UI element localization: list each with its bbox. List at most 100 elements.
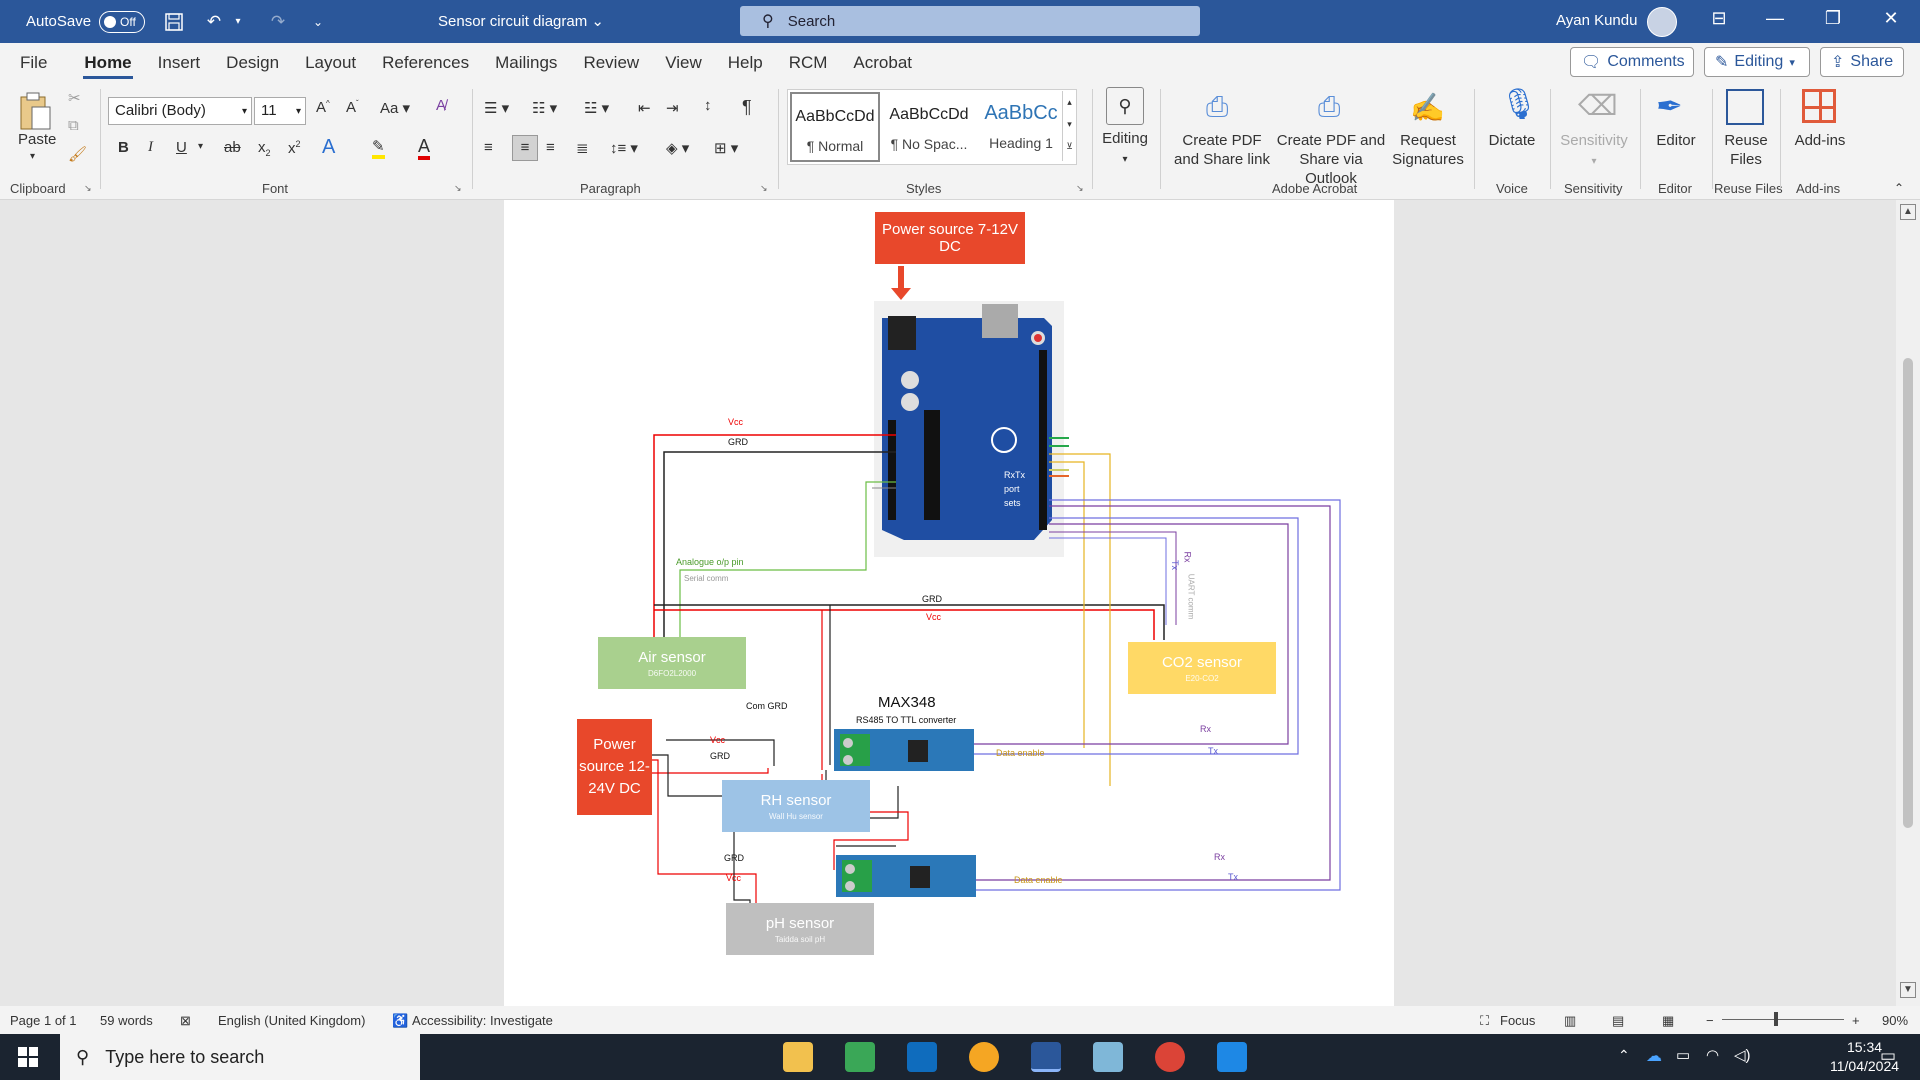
underline-dropdown-icon[interactable]: ▾ — [198, 141, 203, 152]
meet-icon[interactable] — [845, 1042, 875, 1072]
comments-button[interactable]: 🗨 Comments — [1570, 47, 1694, 77]
align-left-icon[interactable]: ≡ — [484, 139, 493, 156]
notifications-icon[interactable]: ▭ — [1880, 1046, 1896, 1066]
autosave-toggle[interactable]: Off — [99, 10, 146, 33]
shrink-font-icon[interactable]: Aˇ — [346, 99, 359, 116]
read-mode-icon[interactable]: ▥ — [1564, 1013, 1576, 1029]
font-size-select[interactable]: 11 ▾ — [254, 97, 306, 125]
word-taskbar-icon[interactable] — [1031, 1042, 1061, 1072]
increase-indent-icon[interactable]: ⇥ — [666, 99, 679, 117]
dictate-button[interactable]: Dictate — [1482, 131, 1542, 150]
zoom-in-icon[interactable]: + — [1852, 1013, 1860, 1028]
focus-button[interactable]: Focus — [1500, 1013, 1535, 1028]
web-layout-icon[interactable]: ▦ — [1662, 1013, 1674, 1029]
tray-chevron-icon[interactable]: ⌃ — [1618, 1047, 1630, 1064]
addins-button[interactable]: Add-ins — [1790, 131, 1850, 150]
language[interactable]: English (United Kingdom) — [218, 1013, 365, 1028]
show-formatting-icon[interactable]: ¶ — [742, 97, 752, 118]
onedrive-icon[interactable]: ☁ — [1646, 1046, 1662, 1066]
editor-button[interactable]: Editor — [1648, 131, 1704, 150]
tab-rcm[interactable]: RCM — [776, 43, 841, 83]
document-page[interactable]: Power source 7-12V DC RxTx port sets Air… — [504, 200, 1394, 1006]
save-icon[interactable] — [163, 11, 185, 33]
line-spacing-icon[interactable]: ↕≡ ▾ — [610, 139, 638, 157]
find-icon[interactable]: ⚲ — [1106, 87, 1144, 125]
zoom-level[interactable]: 90% — [1882, 1013, 1908, 1028]
outlook-icon[interactable] — [907, 1042, 937, 1072]
multilevel-list-icon[interactable]: ☳ ▾ — [584, 99, 609, 117]
copy-icon[interactable]: ⧉ — [68, 117, 79, 134]
collapse-ribbon-icon[interactable]: ⌃ — [1894, 181, 1904, 195]
page-count[interactable]: Page 1 of 1 — [10, 1013, 77, 1028]
create-pdf-outlook-button[interactable]: Create PDF and Share via Outlook — [1272, 131, 1390, 188]
search-box[interactable]: ⚲ Search — [740, 6, 1200, 36]
italic-icon[interactable]: I — [148, 139, 153, 156]
tab-help[interactable]: Help — [715, 43, 776, 83]
user-name[interactable]: Ayan Kundu — [1556, 12, 1637, 29]
style-normal[interactable]: AaBbCcDd ¶ Normal — [790, 92, 880, 162]
highlight-icon[interactable]: ✎ — [372, 137, 385, 159]
proofing-icon[interactable]: ⊠ — [180, 1013, 191, 1029]
numbering-icon[interactable]: ☷ ▾ — [532, 99, 557, 117]
vertical-scrollbar[interactable]: ▲ ▼ — [1896, 200, 1920, 1006]
tab-layout[interactable]: Layout — [292, 43, 369, 83]
reuse-files-button[interactable]: Reuse Files — [1718, 131, 1774, 169]
tab-insert[interactable]: Insert — [145, 43, 214, 83]
subscript-icon[interactable]: x2 — [258, 139, 271, 158]
styles-launcher-icon[interactable]: ↘ — [1076, 183, 1084, 194]
superscript-icon[interactable]: x2 — [288, 139, 301, 157]
underline-icon[interactable]: U — [176, 139, 187, 156]
autosave[interactable]: AutoSave Off — [26, 10, 146, 33]
undo-icon[interactable]: ↶ — [203, 11, 225, 33]
tab-review[interactable]: Review — [570, 43, 652, 83]
font-launcher-icon[interactable]: ↘ — [454, 183, 462, 194]
change-case-button[interactable]: Aa ▾ — [380, 99, 410, 117]
restore-icon[interactable]: ❐ — [1818, 8, 1848, 29]
taskbar-search[interactable]: ⚲ Type here to search — [60, 1034, 420, 1080]
file-explorer-icon[interactable] — [783, 1042, 813, 1072]
notes-app-icon[interactable] — [1093, 1042, 1123, 1072]
share-button[interactable]: ⇪ Share — [1820, 47, 1904, 77]
battery-icon[interactable]: ▭ — [1676, 1046, 1690, 1064]
strikethrough-icon[interactable]: ab — [224, 139, 241, 156]
print-layout-icon[interactable]: ▤ — [1612, 1013, 1624, 1029]
windows-start-icon[interactable] — [18, 1047, 38, 1071]
scroll-thumb[interactable] — [1903, 358, 1913, 828]
tab-file[interactable]: File — [0, 43, 71, 83]
clipboard-launcher-icon[interactable]: ↘ — [84, 183, 92, 194]
tab-mailings[interactable]: Mailings — [482, 43, 570, 83]
close-icon[interactable]: ✕ — [1876, 8, 1906, 29]
weather-icon[interactable] — [969, 1042, 999, 1072]
paste-button[interactable]: Paste — [18, 131, 56, 148]
align-center-icon[interactable]: ≡ — [512, 135, 538, 161]
borders-icon[interactable]: ⊞ ▾ — [714, 139, 738, 157]
volume-icon[interactable]: ◁) — [1734, 1046, 1751, 1064]
font-color-icon[interactable]: A — [418, 136, 431, 160]
redo-icon[interactable]: ↷ — [267, 11, 289, 33]
tab-design[interactable]: Design — [213, 43, 292, 83]
scroll-down-icon[interactable]: ▼ — [1900, 982, 1916, 998]
document-title[interactable]: Sensor circuit diagram ⌄ — [438, 12, 604, 30]
format-painter-icon[interactable]: 🖌 — [68, 145, 87, 163]
avatar[interactable] — [1647, 7, 1677, 37]
customize-toolbar-icon[interactable]: ⌄ — [307, 11, 329, 33]
scroll-up-icon[interactable]: ▲ — [1900, 204, 1916, 220]
font-name-select[interactable]: Calibri (Body) ▾ — [108, 97, 252, 125]
accessibility-status[interactable]: Accessibility: Investigate — [412, 1013, 553, 1028]
bullets-icon[interactable]: ☰ ▾ — [484, 99, 509, 117]
create-pdf-share-link-button[interactable]: Create PDF and Share link — [1170, 131, 1274, 169]
text-effects-icon[interactable]: A — [322, 136, 335, 159]
zoom-slider[interactable] — [1722, 1019, 1844, 1020]
style-heading-1[interactable]: AaBbCc Heading 1 — [976, 92, 1066, 162]
paragraph-launcher-icon[interactable]: ↘ — [760, 183, 768, 194]
clear-formatting-icon[interactable]: A̸ — [436, 97, 446, 114]
styles-scroll[interactable]: ▴ ▾ ⊻ — [1062, 91, 1076, 161]
tab-acrobat[interactable]: Acrobat — [840, 43, 925, 83]
editing-button[interactable]: Editing ▾ — [1100, 129, 1150, 169]
bold-icon[interactable]: B — [118, 139, 129, 156]
align-right-icon[interactable]: ≡ — [546, 139, 555, 156]
request-signatures-button[interactable]: Request Signatures — [1390, 131, 1466, 169]
word-count[interactable]: 59 words — [100, 1013, 153, 1028]
paste-icon[interactable] — [18, 91, 54, 135]
tab-home[interactable]: Home — [71, 43, 144, 83]
